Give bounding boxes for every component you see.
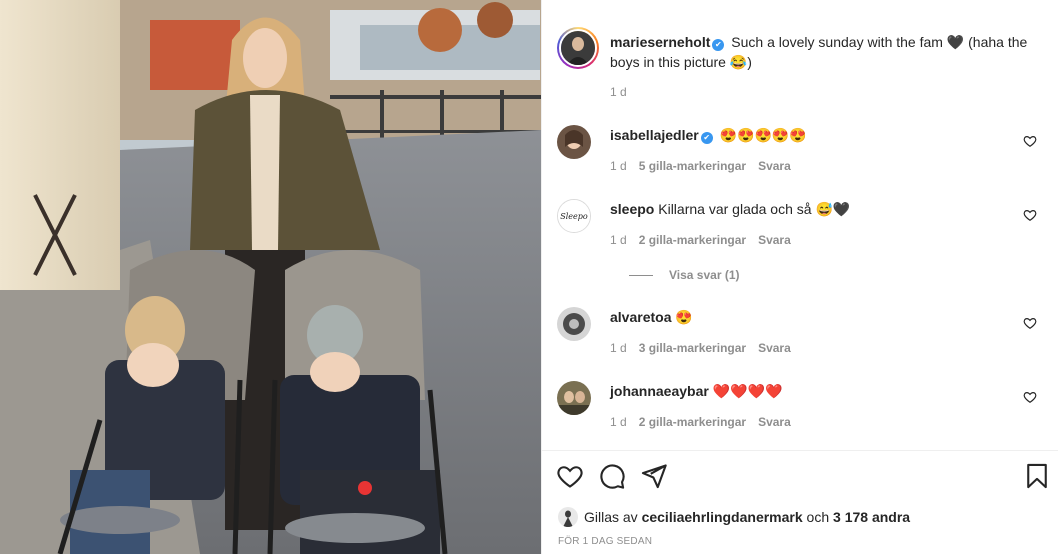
sleepo-logo-icon: Sleepo (558, 200, 590, 232)
commenter-avatar[interactable] (557, 307, 591, 341)
share-send-icon[interactable] (640, 462, 668, 490)
likes-summary: Gillas av ceciliaehrlingdanermark och 3 … (558, 507, 910, 527)
action-bar (556, 462, 1051, 492)
comment-likes-count[interactable]: 3 gilla-markeringar (639, 341, 746, 355)
family-photo-illustration (0, 0, 541, 554)
like-heart-icon[interactable] (556, 462, 584, 490)
post-details-panel: marieserneholt ✔ Such a lovely sunday wit… (541, 0, 1058, 554)
comment-time[interactable]: 1 d (610, 159, 627, 173)
comment-username[interactable]: sleepo (610, 201, 654, 217)
author-avatar-image (561, 31, 595, 65)
reply-link[interactable]: Svara (758, 159, 791, 173)
replies-divider-line (629, 275, 653, 277)
likes-connector: och (806, 509, 830, 525)
comment-username[interactable]: alvaretoa (610, 309, 671, 325)
verified-badge-icon: ✔ (700, 132, 713, 144)
comment-text: ❤️❤️❤️❤️ (712, 383, 783, 399)
comment-username[interactable]: isabellajedler (610, 127, 699, 143)
comment-time[interactable]: 1 d (610, 233, 627, 247)
comment-meta: 1 d 3 gilla-markeringar Svara (610, 341, 803, 355)
reply-link[interactable]: Svara (758, 415, 791, 429)
comment-text: Killarna var glada och så 😅🖤 (658, 201, 851, 217)
comment-likes-count[interactable]: 2 gilla-markeringar (639, 415, 746, 429)
caption-time[interactable]: 1 d (610, 85, 627, 99)
comment-username[interactable]: johannaeaybar (610, 383, 709, 399)
commenter-avatar[interactable] (557, 381, 591, 415)
caption-meta: 1 d (610, 85, 639, 99)
comment-meta: 1 d 2 gilla-markeringar Svara (610, 233, 803, 247)
comment-likes-count[interactable]: 2 gilla-markeringar (639, 233, 746, 247)
liker-avatar[interactable] (558, 507, 578, 527)
author-avatar[interactable] (557, 27, 599, 69)
caption-username[interactable]: marieserneholt (610, 34, 710, 50)
avatar-image (557, 307, 591, 341)
comment-text-block: johannaeaybar ❤️❤️❤️❤️ (610, 381, 1010, 401)
avatar-image (557, 381, 591, 415)
verified-badge-icon: ✔ (712, 39, 725, 51)
commenter-avatar[interactable]: Sleepo (557, 199, 591, 233)
like-comment-heart-icon[interactable] (1023, 390, 1037, 404)
comment-text: 😍 (675, 309, 693, 325)
post-photo[interactable] (0, 0, 541, 554)
avatar-image (557, 125, 591, 159)
comment-bubble-icon[interactable] (598, 462, 626, 490)
comment-text-block: sleepo Killarna var glada och så 😅🖤 (610, 199, 1010, 219)
comment-likes-count[interactable]: 5 gilla-markeringar (639, 159, 746, 173)
save-bookmark-icon[interactable] (1023, 462, 1051, 490)
comment-time[interactable]: 1 d (610, 415, 627, 429)
view-replies-label: Visa svar (1) (669, 268, 740, 282)
like-comment-heart-icon[interactable] (1023, 134, 1037, 148)
likes-prefix: Gillas av (584, 509, 638, 525)
sleepo-logo-text: Sleepo (560, 212, 588, 221)
liker-avatar-image (558, 507, 578, 527)
comment-time[interactable]: 1 d (610, 341, 627, 355)
view-replies-button[interactable]: Visa svar (1) (629, 268, 740, 282)
post-timestamp[interactable]: För 1 dag sedan (558, 536, 652, 547)
section-divider (542, 450, 1058, 451)
other-likes-count[interactable]: 3 178 andra (833, 509, 910, 525)
like-comment-heart-icon[interactable] (1023, 208, 1037, 222)
comment-text-block: alvaretoa 😍 (610, 307, 1010, 327)
like-comment-heart-icon[interactable] (1023, 316, 1037, 330)
reply-link[interactable]: Svara (758, 341, 791, 355)
liker-username[interactable]: ceciliaehrlingdanermark (642, 509, 803, 525)
comment-text-block: isabellajedler ✔ 😍😍😍😍😍 (610, 125, 1010, 145)
caption-text-block: marieserneholt ✔ Such a lovely sunday wit… (610, 32, 1030, 72)
comment-meta: 1 d 5 gilla-markeringar Svara (610, 159, 803, 173)
commenter-avatar[interactable] (557, 125, 591, 159)
comment-text: 😍😍😍😍😍 (719, 127, 807, 143)
comment-meta: 1 d 2 gilla-markeringar Svara (610, 415, 803, 429)
reply-link[interactable]: Svara (758, 233, 791, 247)
